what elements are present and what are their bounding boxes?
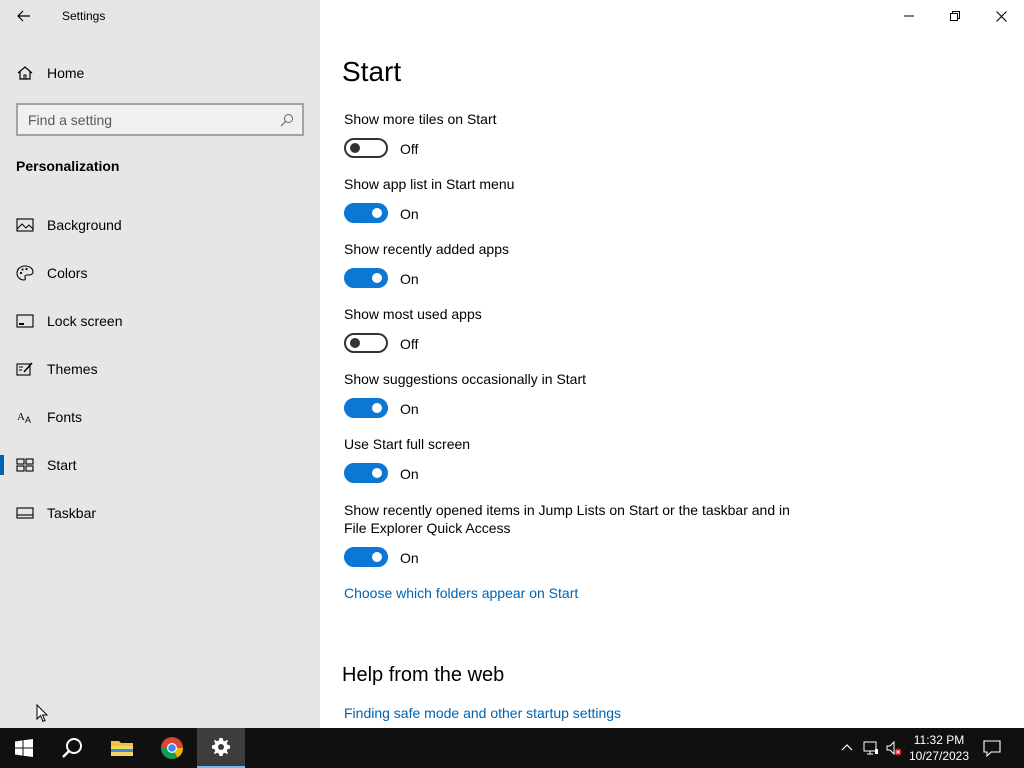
sidebar-item-start[interactable]: Start bbox=[0, 445, 320, 485]
toggle-state-text: On bbox=[400, 466, 419, 482]
toggle-more-tiles[interactable] bbox=[344, 138, 388, 158]
file-explorer-icon bbox=[111, 741, 133, 756]
choose-folders-link[interactable]: Choose which folders appear on Start bbox=[344, 585, 578, 601]
image-icon bbox=[16, 218, 34, 232]
home-icon bbox=[17, 66, 33, 80]
search-taskbar-button[interactable] bbox=[48, 728, 96, 768]
themes-icon bbox=[16, 362, 33, 376]
toggle-state-text: Off bbox=[400, 336, 419, 352]
mouse-cursor-icon bbox=[36, 704, 49, 723]
close-icon bbox=[995, 10, 1007, 22]
lock-screen-icon bbox=[16, 314, 34, 328]
setting-label: Show suggestions occasionally in Start bbox=[344, 371, 587, 387]
app-title: Settings bbox=[62, 9, 106, 23]
restore-icon bbox=[950, 11, 960, 21]
section-title: Personalization bbox=[16, 158, 120, 174]
toggle-knob bbox=[372, 468, 382, 478]
setting-label: Show more tiles on Start bbox=[344, 111, 497, 127]
sidebar-item-label: Fonts bbox=[47, 409, 83, 425]
help-section-title: Help from the web bbox=[342, 664, 505, 686]
volume-muted-icon[interactable] bbox=[886, 740, 902, 756]
toggle-knob bbox=[372, 403, 382, 413]
toggle-state-text: On bbox=[400, 401, 419, 417]
minimize-button[interactable] bbox=[886, 0, 932, 32]
nav-home[interactable]: Home bbox=[0, 56, 320, 90]
palette-icon bbox=[16, 265, 34, 281]
back-arrow-icon bbox=[17, 10, 30, 22]
search-icon bbox=[280, 114, 293, 127]
file-explorer-taskbar-button[interactable] bbox=[98, 728, 146, 768]
sidebar-item-taskbar[interactable]: Taskbar bbox=[0, 493, 320, 533]
toggle-knob bbox=[372, 552, 382, 562]
sidebar-item-label: Background bbox=[47, 217, 122, 233]
toggle-recently-added[interactable] bbox=[344, 268, 388, 288]
search-input[interactable]: Find a setting bbox=[16, 103, 304, 136]
sidebar-item-themes[interactable]: Themes bbox=[0, 349, 320, 389]
taskbar: 11:32 PM 10/27/2023 bbox=[0, 728, 1024, 768]
chrome-icon bbox=[161, 737, 183, 759]
sidebar-item-lock-screen[interactable]: Lock screen bbox=[0, 301, 320, 341]
setting-label: Show recently opened items in Jump Lists… bbox=[344, 502, 790, 518]
search-placeholder: Find a setting bbox=[28, 112, 113, 128]
sidebar-item-background[interactable]: Background bbox=[0, 205, 320, 245]
chevron-up-icon[interactable] bbox=[839, 740, 855, 756]
toggle-jump-lists[interactable] bbox=[344, 547, 388, 567]
restore-button[interactable] bbox=[932, 0, 978, 32]
clock-date: 10/27/2023 bbox=[908, 749, 970, 763]
nav-home-label: Home bbox=[47, 65, 85, 81]
svg-text:A: A bbox=[17, 411, 25, 423]
sidebar-item-fonts[interactable]: AA Fonts bbox=[0, 397, 320, 437]
toggle-state-text: On bbox=[400, 206, 419, 222]
toggle-most-used[interactable] bbox=[344, 333, 388, 353]
toggle-knob bbox=[372, 273, 382, 283]
svg-text:A: A bbox=[25, 415, 31, 425]
action-center-icon[interactable] bbox=[983, 739, 1001, 757]
toggle-knob bbox=[372, 208, 382, 218]
toggle-state-text: On bbox=[400, 550, 419, 566]
page-title: Start bbox=[342, 56, 402, 87]
sidebar: Settings Home Find a setting Personaliza… bbox=[0, 0, 320, 728]
help-link-safe-mode[interactable]: Finding safe mode and other startup sett… bbox=[344, 705, 621, 721]
minimize-icon bbox=[904, 15, 914, 17]
search-icon bbox=[62, 738, 82, 758]
network-icon[interactable] bbox=[863, 740, 879, 756]
start-icon bbox=[16, 458, 34, 472]
sidebar-item-label: Taskbar bbox=[47, 505, 97, 521]
toggle-state-text: Off bbox=[400, 141, 419, 157]
taskbar-icon bbox=[16, 507, 34, 519]
toggle-state-text: On bbox=[400, 271, 419, 287]
setting-label: Use Start full screen bbox=[344, 436, 471, 452]
toggle-app-list[interactable] bbox=[344, 203, 388, 223]
sidebar-item-colors[interactable]: Colors bbox=[0, 253, 320, 293]
setting-label-line2: File Explorer Quick Access bbox=[344, 520, 511, 536]
setting-label: Show recently added apps bbox=[344, 241, 509, 257]
close-button[interactable] bbox=[978, 0, 1024, 32]
setting-label: Show most used apps bbox=[344, 306, 482, 322]
gear-icon bbox=[212, 738, 230, 756]
selection-indicator bbox=[0, 455, 4, 475]
toggle-suggestions[interactable] bbox=[344, 398, 388, 418]
start-button[interactable] bbox=[0, 728, 48, 768]
system-clock[interactable]: 11:32 PM 10/27/2023 bbox=[906, 732, 972, 764]
windows-logo-icon bbox=[15, 739, 33, 757]
sidebar-item-label: Themes bbox=[47, 361, 98, 377]
sidebar-item-label: Colors bbox=[47, 265, 88, 281]
back-button[interactable] bbox=[8, 0, 40, 32]
sidebar-item-label: Lock screen bbox=[47, 313, 123, 329]
fonts-icon: AA bbox=[17, 411, 31, 425]
chrome-taskbar-button[interactable] bbox=[148, 728, 196, 768]
toggle-knob bbox=[350, 143, 360, 153]
sidebar-item-label: Start bbox=[47, 457, 77, 473]
toggle-full-screen[interactable] bbox=[344, 463, 388, 483]
settings-taskbar-button[interactable] bbox=[197, 728, 245, 768]
setting-label: Show app list in Start menu bbox=[344, 176, 515, 192]
toggle-knob bbox=[350, 338, 360, 348]
clock-time: 11:32 PM bbox=[913, 733, 965, 747]
